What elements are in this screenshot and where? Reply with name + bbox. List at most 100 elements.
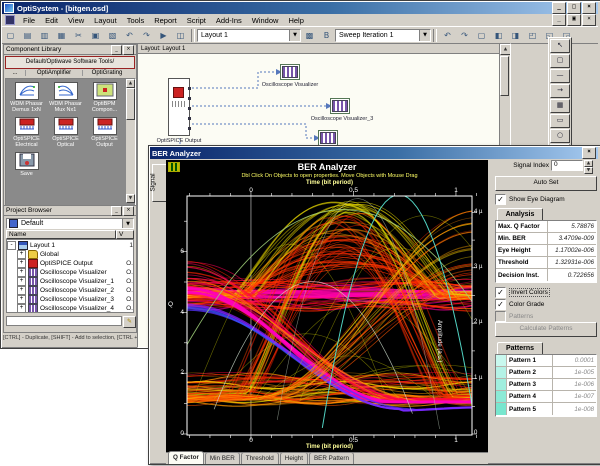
tree-row-visualizer[interactable]: + Oscilloscope Visualizer O. <box>17 268 134 277</box>
scroll-up-icon[interactable]: ▲ <box>500 44 511 55</box>
menu-item-help[interactable]: Help <box>283 14 308 27</box>
menu-item-file[interactable]: File <box>18 14 40 27</box>
port-icon[interactable] <box>188 87 191 90</box>
tree-row-visualizer2[interactable]: + Oscilloscope Visualizer_2 O. <box>17 286 134 295</box>
panel-close-icon[interactable]: × <box>123 206 134 216</box>
signal-index-spinner[interactable]: ▲ ▼ <box>584 160 593 171</box>
open-button[interactable]: ▤ <box>19 28 36 43</box>
tab-threshold[interactable]: Threshold <box>241 452 279 464</box>
library-item[interactable]: WDM Phasar Demux 1xN <box>7 80 46 113</box>
library-item[interactable]: Save <box>7 150 46 177</box>
print-button[interactable]: ▦ <box>53 28 70 43</box>
scrollbar-thumb[interactable] <box>126 88 135 120</box>
oscilloscope-visualizer3-component[interactable] <box>330 98 350 114</box>
save-button[interactable]: ▥ <box>36 28 53 43</box>
oscilloscope-visualizer4-component[interactable] <box>318 130 338 146</box>
tree-row-optispice-output[interactable]: + OptiSPICE Output O. <box>17 259 134 268</box>
page-view-button[interactable]: ▢ <box>473 28 490 43</box>
undo-button[interactable]: ↶ <box>121 28 138 43</box>
library-tab-optiamplifier[interactable]: OptiAmplifier <box>26 70 83 76</box>
select-button[interactable]: ↖ <box>550 39 570 53</box>
component-library-titlebar[interactable]: Component Library _ × <box>4 45 136 55</box>
expand-icon[interactable]: + <box>17 259 26 268</box>
doc-close-icon[interactable]: × <box>582 14 596 26</box>
layout-manager-button[interactable]: ◫ <box>172 28 189 43</box>
tree-row-global[interactable]: + Global <box>17 250 134 259</box>
library-item[interactable]: OptiBPM Compon... <box>85 80 124 113</box>
menu-item-script[interactable]: Script <box>182 14 211 27</box>
chevron-down-icon[interactable]: ▼ <box>289 30 300 41</box>
menu-item-edit[interactable]: Edit <box>40 14 63 27</box>
tab-min-ber[interactable]: Min BER <box>205 452 240 464</box>
report-view-button[interactable]: ◧ <box>490 28 507 43</box>
menu-item-report[interactable]: Report <box>149 14 182 27</box>
panel-pin-icon[interactable]: _ <box>111 45 122 55</box>
eye-diagram-plot[interactable]: BER Analyzer Dbl Click On Objects to ope… <box>166 160 488 452</box>
port-icon[interactable] <box>188 107 191 110</box>
expand-icon[interactable]: + <box>17 286 26 295</box>
invert-colors-checkbox-row[interactable]: Invert Colors <box>495 287 550 298</box>
library-item[interactable]: OptiSPICE Output <box>85 115 124 148</box>
library-tab-optigrating[interactable]: OptiGrating <box>83 70 131 76</box>
component-button[interactable]: ▦ <box>550 99 570 113</box>
close-icon[interactable]: × <box>582 147 596 159</box>
tab-height[interactable]: Height <box>280 452 308 464</box>
expand-icon[interactable]: + <box>17 268 26 277</box>
checkbox-checked-icon[interactable] <box>495 194 506 205</box>
ellipse-button[interactable]: ○ <box>550 129 570 143</box>
tree-row-visualizer1[interactable]: + Oscilloscope Visualizer_1 O. <box>17 277 134 286</box>
back-button[interactable]: ↶ <box>439 28 456 43</box>
column-value[interactable]: V <box>116 230 134 239</box>
menu-item-view[interactable]: View <box>63 14 89 27</box>
tree-filter-input[interactable] <box>6 316 122 326</box>
doc-restore-icon[interactable]: ▣ <box>567 14 581 26</box>
paste-button[interactable]: ▧ <box>104 28 121 43</box>
library-scrollbar[interactable]: ▲ ▼ <box>126 79 135 203</box>
tab-ber-pattern[interactable]: BER Pattern <box>309 452 354 464</box>
app-titlebar[interactable]: OptiSystem - [bitgen.osd] _ □ × <box>2 2 598 14</box>
canvas-tab[interactable]: Layout: Layout 1 <box>138 44 510 54</box>
new-button[interactable]: ▢ <box>2 28 19 43</box>
tree-row-visualizer4[interactable]: + Oscilloscope Visualizer_4 O. <box>17 304 134 313</box>
cut-button[interactable]: ✂ <box>70 28 87 43</box>
expand-icon[interactable]: + <box>17 250 26 259</box>
collapse-icon[interactable]: - <box>7 241 16 250</box>
color-grade-checkbox-row[interactable]: Color Grade <box>495 299 544 310</box>
project-browser-titlebar[interactable]: Project Browser _ × <box>4 206 136 216</box>
grid-view-button[interactable]: ▩ <box>301 28 318 43</box>
library-item[interactable]: WDM Phasar Mux Nx1 <box>46 80 85 113</box>
rectangle-button[interactable]: ▭ <box>550 114 570 128</box>
port-icon[interactable] <box>188 117 191 120</box>
hand-button[interactable]: — <box>550 69 570 83</box>
menu-item-tools[interactable]: Tools <box>122 14 150 27</box>
tree-row-visualizer3[interactable]: + Oscilloscope Visualizer_3 O. <box>17 295 134 304</box>
menu-item-addins[interactable]: Add-Ins <box>211 14 247 27</box>
connect-button[interactable]: → <box>550 84 570 98</box>
sweep-mode-button[interactable]: B <box>318 28 335 43</box>
oscilloscope-visualizer-component[interactable] <box>280 64 300 80</box>
auto-set-button[interactable]: Auto Set <box>495 176 597 191</box>
scroll-up-icon[interactable]: ▲ <box>126 79 135 88</box>
copy-button[interactable]: ▣ <box>87 28 104 43</box>
expand-icon[interactable]: + <box>17 295 26 304</box>
spin-up-icon[interactable]: ▲ <box>584 160 593 167</box>
minimize-icon[interactable]: _ <box>552 2 566 14</box>
scroll-down-icon[interactable]: ▼ <box>126 194 135 203</box>
column-name[interactable]: Name <box>6 230 116 239</box>
marquee-button[interactable]: ▢ <box>550 54 570 68</box>
scrollbar-thumb[interactable] <box>500 56 509 96</box>
menu-item-window[interactable]: Window <box>247 14 284 27</box>
port-icon[interactable] <box>188 97 191 100</box>
library-item[interactable]: OptiSPICE Optical <box>46 115 85 148</box>
expand-icon[interactable]: + <box>17 304 26 313</box>
library-tab-more[interactable]: ... <box>5 70 26 76</box>
spin-down-icon[interactable]: ▼ <box>584 167 593 174</box>
optispice-output-component[interactable] <box>168 78 190 136</box>
maximize-icon[interactable]: □ <box>567 2 581 14</box>
chevron-down-icon[interactable]: ▼ <box>419 30 430 41</box>
close-icon[interactable]: × <box>582 2 596 14</box>
forward-button[interactable]: ↷ <box>456 28 473 43</box>
run-button[interactable]: ▶ <box>155 28 172 43</box>
scope-select[interactable]: Default ▼ <box>6 218 134 229</box>
tree-row-layout1[interactable]: - Layout 1 1 <box>7 241 134 250</box>
